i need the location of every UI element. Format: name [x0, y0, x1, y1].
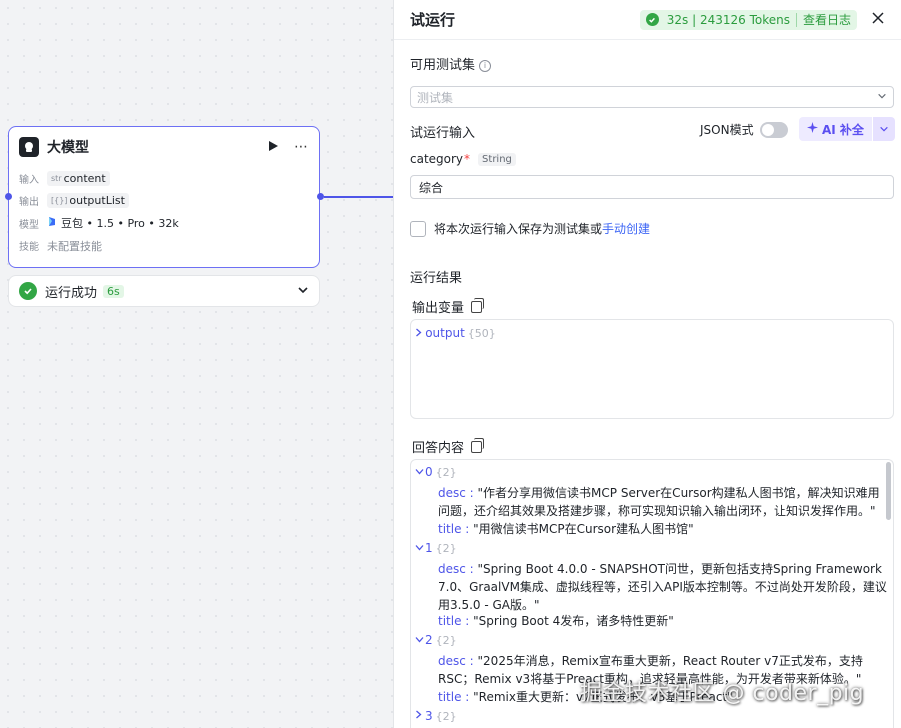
item-count: {2}	[435, 709, 457, 723]
model-value: 豆包 • 1.5 • Pro • 32k	[61, 217, 179, 231]
output-label: 输出	[19, 197, 39, 209]
skill-value: 未配置技能	[47, 239, 102, 253]
tree-row-0[interactable]: 0 {2}	[415, 465, 457, 479]
chevron-down-icon[interactable]	[415, 543, 425, 554]
save-testset-text: 将本次运行输入保存为测试集或	[434, 222, 603, 236]
output-var-label: 输出变量	[412, 301, 465, 316]
save-testset-row: 将本次运行输入保存为测试集或 手动创建	[410, 220, 650, 237]
output-variable-box: output {50}	[410, 319, 894, 419]
answer-header: 回答内容	[412, 437, 485, 456]
run-node-icon[interactable]	[266, 139, 282, 155]
category-field-label: category * String	[410, 152, 516, 166]
item-count: {2}	[435, 633, 457, 647]
node-title: 大模型	[47, 140, 89, 156]
run-input-label: 试运行输入	[410, 126, 476, 141]
run-status-bar[interactable]: 运行成功 6s	[8, 275, 320, 307]
chevron-down-icon	[877, 90, 887, 104]
item-index: 3	[425, 709, 433, 723]
item-desc: desc : "Spring Boot 4.0.0 - SNAPSHOT问世，更…	[438, 562, 887, 612]
ai-complete-label: AI 补全	[822, 122, 864, 137]
chevron-right-icon[interactable]	[415, 328, 425, 340]
run-duration-badge: 6s	[103, 284, 124, 298]
success-check-icon	[645, 13, 659, 26]
ai-complete-main[interactable]: AI 补全	[799, 117, 872, 141]
item-count: {2}	[435, 541, 457, 555]
tree-row-1[interactable]: 1 {2}	[415, 541, 457, 555]
skill-label: 技能	[19, 242, 39, 254]
test-run-panel: 试运行 32s | 243126 Tokens 查看日志 可用测试集 i 测试集 …	[393, 0, 901, 728]
item-title: title : "用微信读书MCP在Cursor建私人图书馆"	[438, 522, 694, 536]
testset-select[interactable]: 测试集	[410, 86, 894, 108]
watermark: 掘金技术社区 @ coder_pig	[580, 681, 865, 706]
input-chip: str content	[47, 170, 110, 186]
chevron-down-icon[interactable]	[297, 284, 309, 299]
success-check-icon	[19, 282, 37, 300]
answer-label: 回答内容	[412, 441, 465, 456]
copy-icon[interactable]	[471, 298, 485, 313]
input-value: content	[63, 171, 106, 185]
testset-placeholder: 测试集	[417, 90, 454, 105]
tree-row-3[interactable]: 3 {2}	[415, 709, 457, 723]
chevron-down-icon[interactable]	[415, 467, 425, 478]
workflow-canvas[interactable]: 大模型 ⋯ 输入 str content 输出 [{}] outputList 模型…	[0, 0, 394, 728]
node-input-row: 输入 str content	[9, 167, 319, 190]
input-port[interactable]	[5, 193, 12, 200]
save-testset-checkbox[interactable]	[410, 220, 426, 237]
node-skill-row: 技能 未配置技能	[9, 235, 319, 258]
input-type: str	[51, 173, 62, 183]
close-icon[interactable]	[871, 11, 885, 28]
output-value: outputList	[69, 194, 125, 208]
item-title: title : "Spring Boot 4发布，诸多特性更新"	[438, 614, 674, 628]
model-label: 模型	[19, 219, 39, 231]
result-label: 运行结果	[410, 271, 463, 286]
output-chip: [{}] outputList	[47, 193, 129, 209]
tree-row-2[interactable]: 2 {2}	[415, 633, 457, 647]
testset-section: 可用测试集 i	[410, 54, 492, 73]
output-port[interactable]	[317, 193, 324, 200]
token-usage: 32s | 243126 Tokens	[666, 12, 790, 27]
output-variable-header: 输出变量	[412, 297, 485, 316]
node-model-row: 模型 豆包 • 1.5 • Pro • 32k	[9, 212, 319, 235]
copy-icon[interactable]	[471, 438, 485, 453]
item-index: 0	[425, 465, 433, 479]
doubao-icon	[47, 216, 57, 230]
field-type-chip: String	[478, 152, 516, 166]
view-log-link[interactable]: 查看日志	[803, 11, 851, 28]
connection-edge	[324, 196, 394, 198]
output-type: [{}]	[51, 196, 68, 206]
more-icon[interactable]: ⋯	[294, 139, 309, 155]
chevron-down-icon[interactable]	[415, 635, 425, 646]
panel-title: 试运行	[410, 11, 456, 29]
json-mode-toggle[interactable]: JSON模式	[700, 121, 788, 138]
output-key[interactable]: output	[425, 326, 465, 340]
field-name: category	[410, 152, 464, 166]
chevron-down-icon[interactable]	[872, 117, 895, 141]
sparkle-icon	[807, 122, 818, 136]
model-logo-icon	[19, 137, 39, 157]
info-icon[interactable]: i	[479, 60, 492, 72]
category-input[interactable]: 综合	[410, 175, 894, 199]
testset-label: 可用测试集	[410, 58, 476, 73]
run-status-text: 运行成功	[45, 285, 98, 301]
item-index: 1	[425, 541, 433, 555]
required-mark: *	[464, 152, 471, 166]
node-output-row: 输出 [{}] outputList	[9, 190, 319, 213]
item-desc: desc : "作者分享用微信读书MCP Server在Cursor构建私人图书…	[438, 486, 880, 518]
chevron-right-icon[interactable]	[415, 710, 425, 722]
json-mode-label: JSON模式	[700, 123, 754, 137]
output-count: {50}	[467, 327, 496, 340]
token-usage-badge: 32s | 243126 Tokens 查看日志	[639, 9, 857, 30]
manual-create-link[interactable]: 手动创建	[602, 220, 650, 237]
llm-node[interactable]: 大模型 ⋯ 输入 str content 输出 [{}] outputList 模型…	[8, 126, 320, 268]
item-index: 2	[425, 633, 433, 647]
category-value: 综合	[419, 180, 444, 195]
json-mode-switch[interactable]	[759, 121, 788, 138]
input-label: 输入	[19, 174, 39, 186]
item-count: {2}	[435, 465, 457, 479]
ai-complete-button[interactable]: AI 补全	[799, 117, 895, 141]
